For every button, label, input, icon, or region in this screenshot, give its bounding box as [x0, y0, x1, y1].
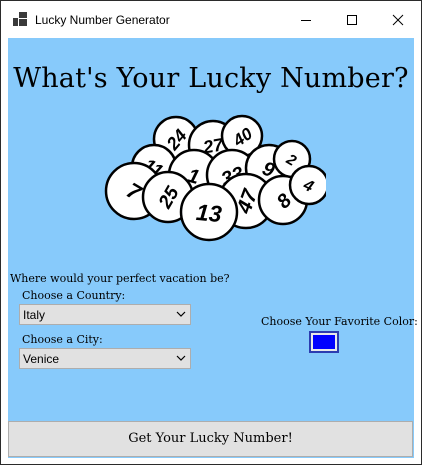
ball-number: 13 [195, 199, 223, 227]
get-lucky-number-button[interactable]: Get Your Lucky Number! [8, 421, 413, 457]
favorite-color-label: Choose Your Favorite Color: [261, 315, 418, 328]
minimize-button[interactable] [283, 1, 329, 38]
country-label: Choose a Country: [22, 289, 126, 302]
chevron-down-icon [176, 355, 186, 361]
maximize-button[interactable] [329, 1, 375, 38]
city-dropdown[interactable]: Venice [19, 348, 191, 369]
city-dropdown-value: Venice [23, 352, 60, 366]
lottery-balls-image: 24 27 40 11 1 33 9 2 7 25 47 8 4 13 [104, 114, 326, 242]
close-icon [392, 14, 404, 26]
window-title: Lucky Number Generator [35, 13, 170, 27]
selected-color-fill [313, 335, 335, 349]
app-window: Lucky Number Generator What's Your Lucky… [0, 0, 422, 465]
maximize-icon [347, 15, 357, 25]
city-label: Choose a City: [22, 333, 103, 346]
app-window-icon [13, 12, 27, 26]
country-dropdown-value: Italy [23, 308, 46, 322]
page-title: What's Your Lucky Number? [13, 63, 409, 94]
close-button[interactable] [375, 1, 421, 38]
title-bar[interactable]: Lucky Number Generator [1, 1, 421, 38]
form-client-area: What's Your Lucky Number? 24 27 40 11 1 … [8, 38, 418, 458]
color-picker-swatch[interactable] [309, 331, 339, 353]
vacation-question-label: Where would your perfect vacation be? [10, 272, 230, 285]
country-dropdown[interactable]: Italy [19, 304, 191, 325]
chevron-down-icon [176, 311, 186, 317]
minimize-icon [301, 20, 311, 21]
